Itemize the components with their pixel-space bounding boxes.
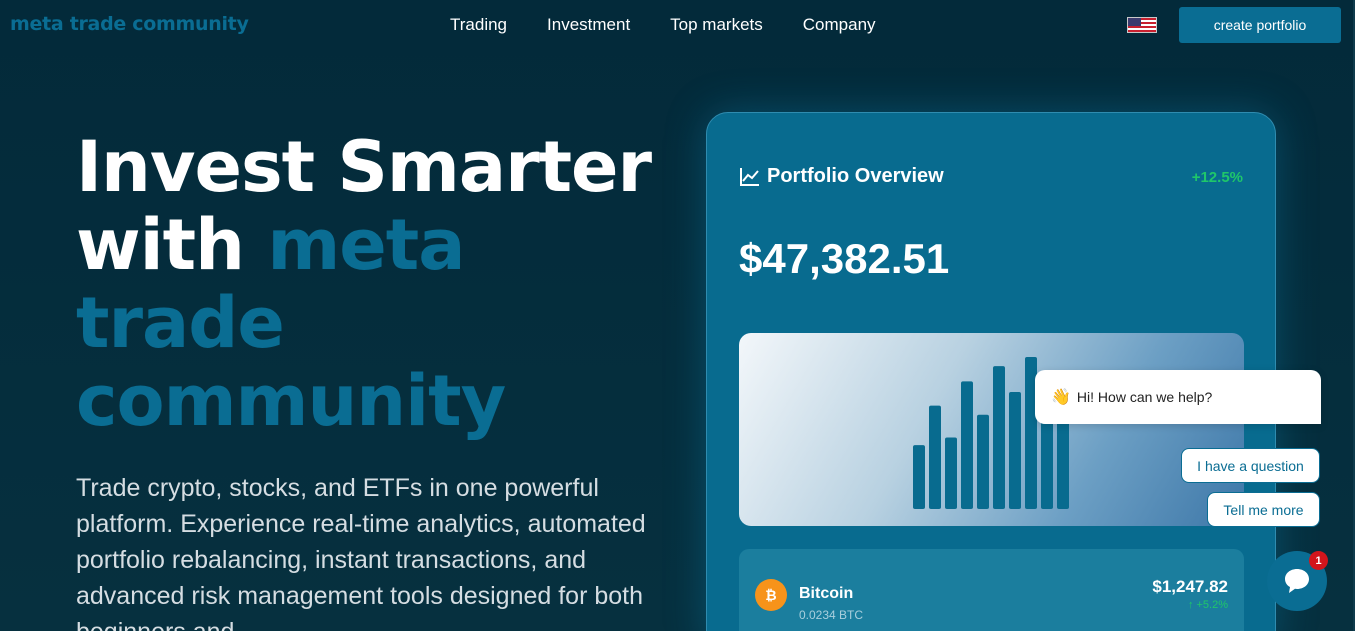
- chart-bar: [913, 445, 925, 509]
- portfolio-change: +12.5%: [1191, 169, 1243, 186]
- hero-accent-meta: meta: [267, 204, 465, 286]
- nav-trading[interactable]: Trading: [450, 15, 507, 35]
- site-logo[interactable]: meta trade community: [10, 13, 249, 35]
- hero-title-prefix: with: [76, 204, 268, 286]
- nav-company[interactable]: Company: [803, 15, 876, 35]
- hero-subtitle: Trade crypto, stocks, and ETFs in one po…: [76, 474, 646, 631]
- bar-chart-svg: [913, 357, 1069, 509]
- flag-canton: [1128, 18, 1141, 26]
- top-nav: meta trade community Trading Investment …: [0, 0, 1355, 50]
- us-flag-icon[interactable]: [1127, 17, 1157, 33]
- chat-option-tell-more[interactable]: Tell me more: [1207, 492, 1320, 527]
- asset-row-bitcoin[interactable]: ₿ Bitcoin 0.0234 BTC $1,247.82 ↑ +5.2%: [739, 549, 1244, 631]
- hero-title-line1: Invest Smarter: [76, 126, 652, 208]
- chat-greeting-bubble: 👋 Hi! How can we help?: [1035, 370, 1321, 424]
- hero-accent-trade: trade: [76, 282, 285, 364]
- trend-chart-icon: [740, 167, 759, 186]
- bitcoin-icon: ₿: [755, 579, 787, 611]
- main-nav: Trading Investment Top markets Company: [450, 15, 876, 35]
- chart-bar: [929, 405, 941, 509]
- asset-quantity: 0.0234 BTC: [799, 608, 864, 622]
- chart-bar: [961, 381, 973, 509]
- portfolio-title: Portfolio Overview: [767, 165, 944, 187]
- chat-unread-badge: 1: [1309, 551, 1328, 570]
- chart-bar: [945, 437, 957, 509]
- chart-bar: [977, 414, 989, 509]
- asset-name: Bitcoin: [799, 585, 854, 602]
- hero-accent-community: community: [76, 360, 506, 442]
- create-portfolio-button[interactable]: create portfolio: [1179, 7, 1341, 43]
- chat-greeting-text: Hi! How can we help?: [1076, 389, 1213, 405]
- chart-bar: [993, 366, 1005, 509]
- asset-delta-value: +5.2%: [1196, 599, 1229, 611]
- asset-delta: ↑ +5.2%: [1187, 599, 1229, 611]
- hero-title: Invest Smarter with meta trade community: [76, 128, 676, 440]
- nav-top-markets[interactable]: Top markets: [670, 15, 763, 35]
- portfolio-value: $47,382.51: [739, 235, 950, 282]
- chat-option-question[interactable]: I have a question: [1181, 448, 1320, 483]
- chat-icon: [1285, 569, 1309, 593]
- chart-bar: [1009, 391, 1021, 509]
- portfolio-header: Portfolio Overview: [739, 165, 944, 188]
- nav-investment[interactable]: Investment: [547, 15, 630, 35]
- waving-hand-icon: 👋: [1051, 389, 1071, 406]
- asset-price: $1,247.82: [1152, 577, 1228, 596]
- portfolio-bar-chart: [739, 333, 1244, 526]
